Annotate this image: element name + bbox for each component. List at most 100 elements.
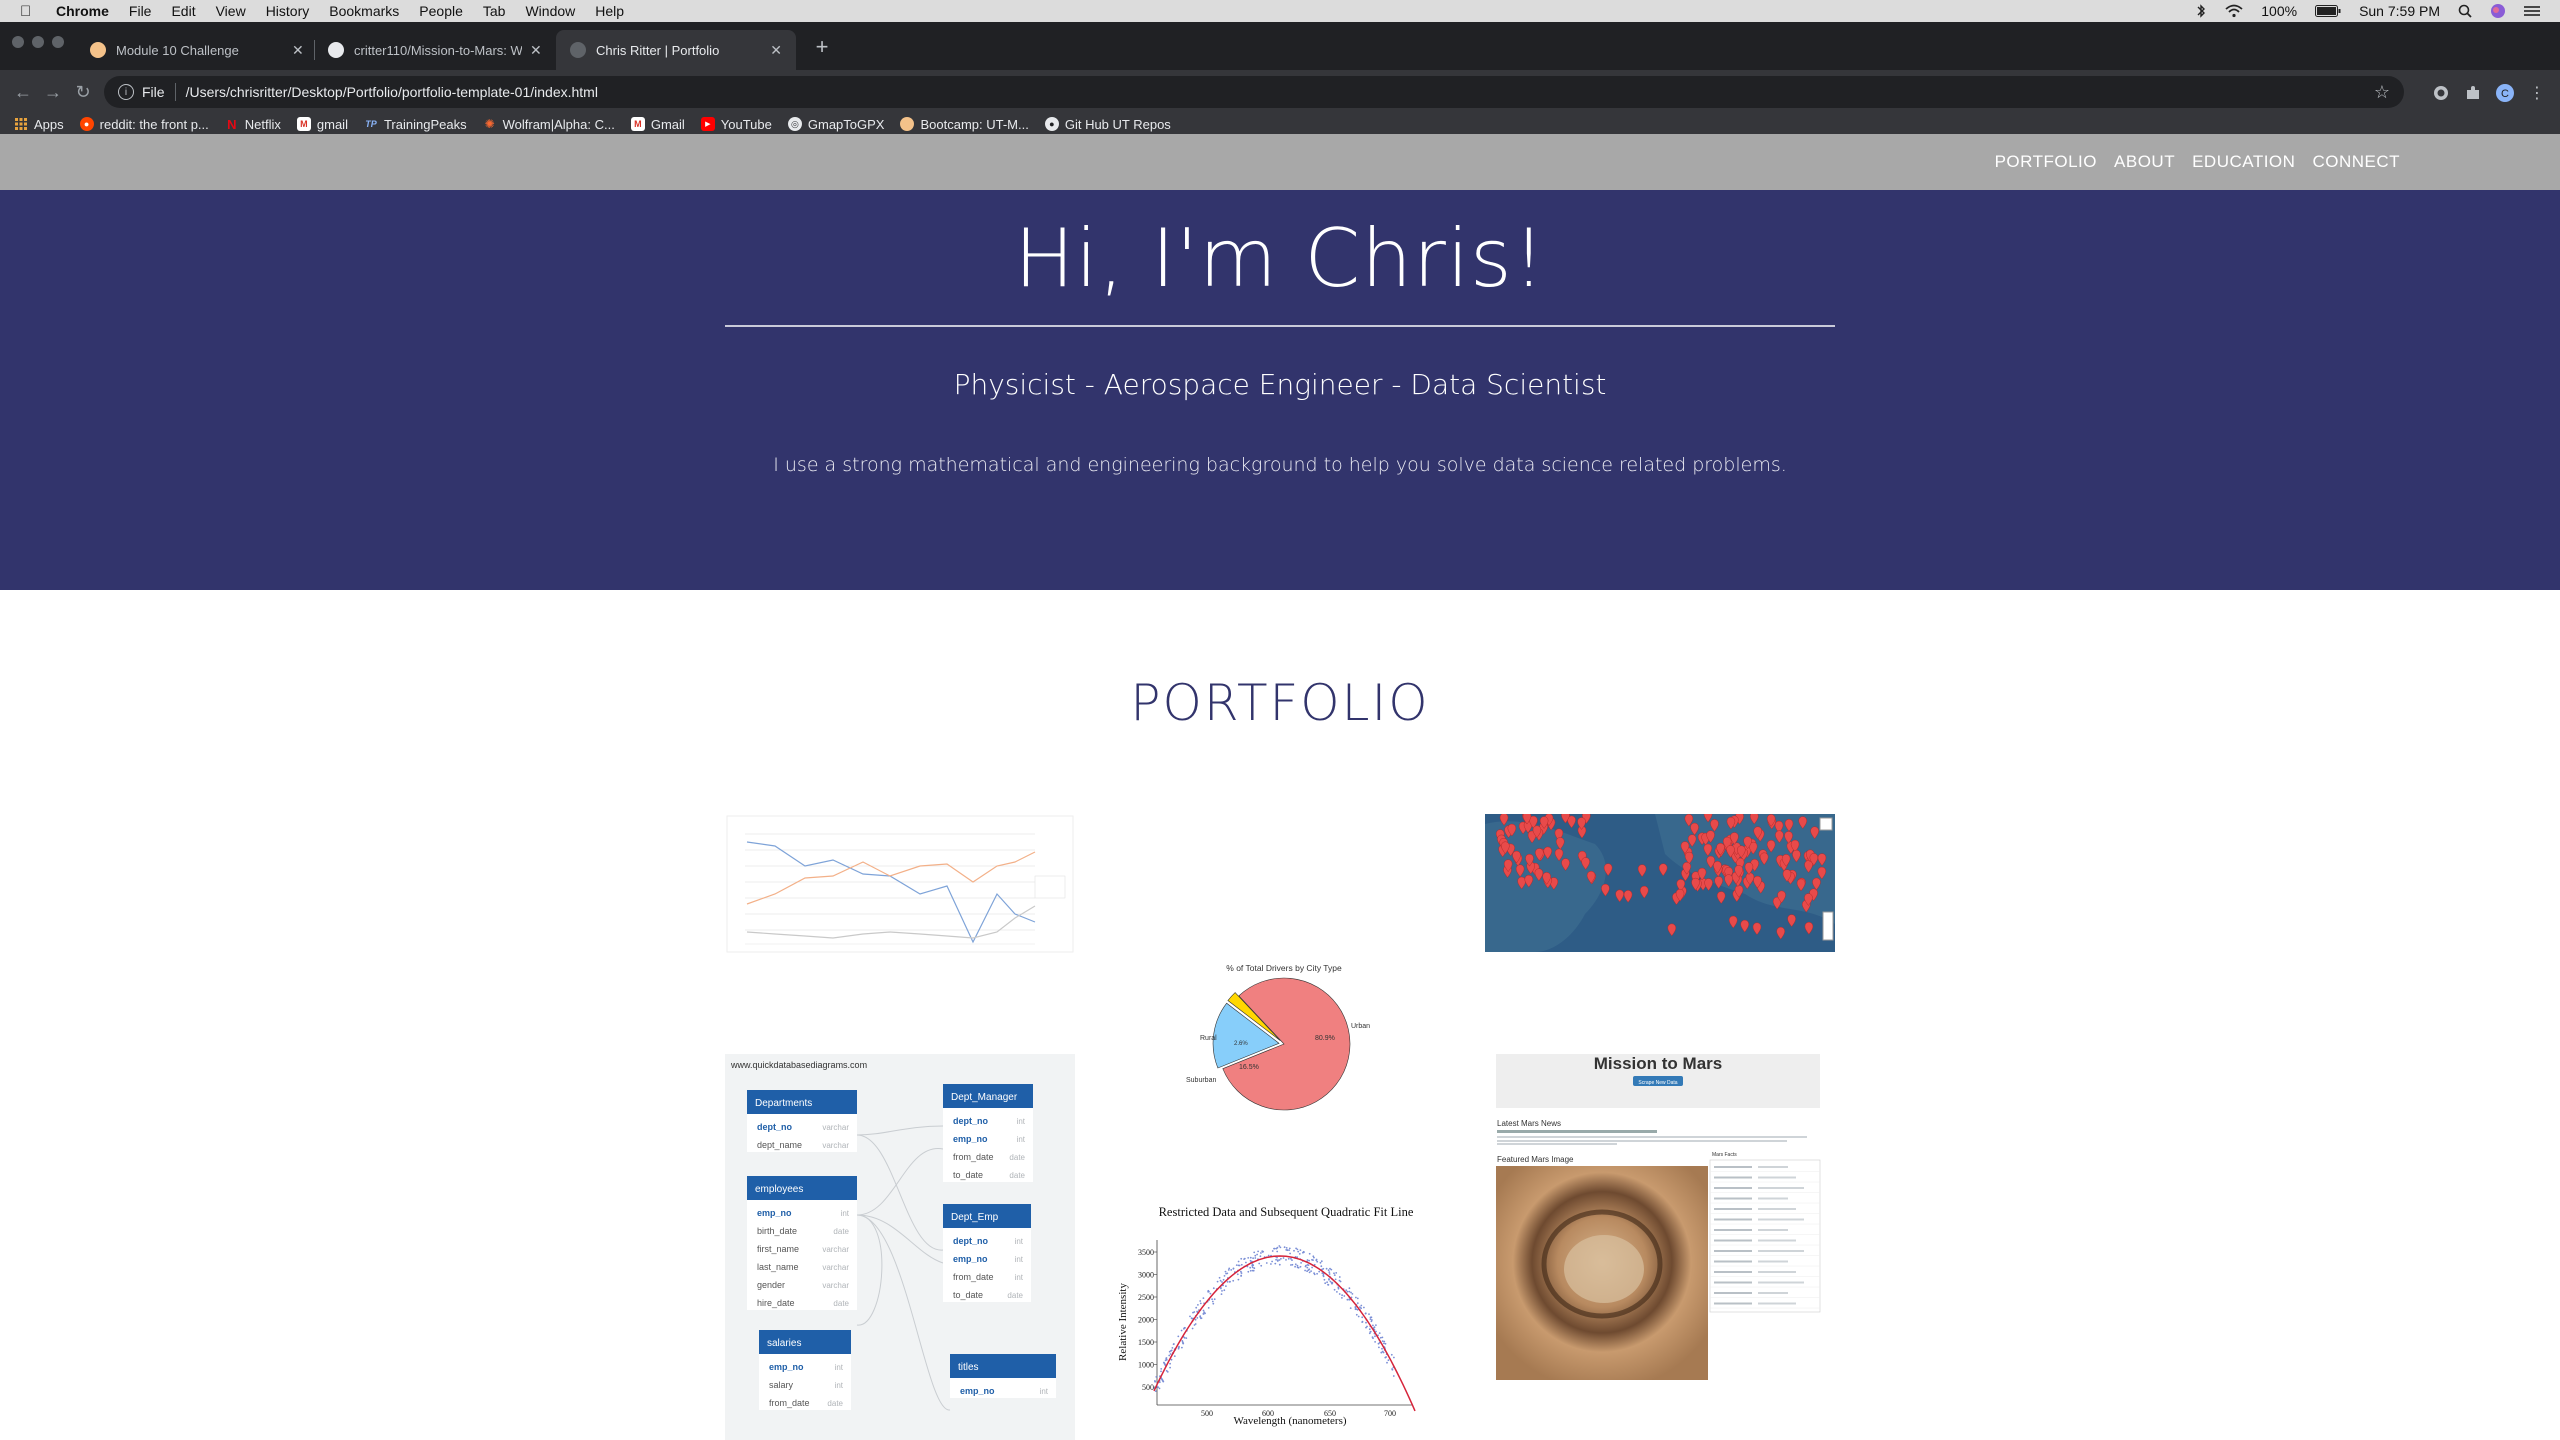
page-viewport[interactable]: PORTFOLIO ABOUT EDUCATION CONNECT Hi, I'… [0,134,2560,1440]
omnibox-divider [174,83,176,101]
zoom-window-button[interactable] [52,36,64,48]
fit-scatter-point [1197,1304,1199,1306]
bookmark-wolfram[interactable]: ✺ Wolfram|Alpha: C... [483,117,615,132]
mars-facts-row-label [1714,1176,1752,1179]
bookmark-label: reddit: the front p... [99,116,209,132]
extensions-puzzle-icon[interactable] [2462,82,2484,104]
bookmark-reddit[interactable]: ● reddit: the front p... [79,116,209,132]
fit-scatter-point [1338,1293,1341,1295]
bookmark-star-icon[interactable]: ☆ [2374,82,2390,103]
portfolio-thumb-line-chart[interactable] [725,814,1075,954]
erd-diagram-svg: www.quickdatabasediagrams.com Department… [725,1054,1075,1440]
tab-github-mission-to-mars[interactable]: critter110/Mission-to-Mars: We ✕ [314,30,556,70]
spotlight-search-icon[interactable] [2458,4,2472,18]
menu-history[interactable]: History [266,3,310,19]
tab-portfolio-active[interactable]: Chris Ritter | Portfolio ✕ [556,30,796,70]
address-bar[interactable]: i File /Users/chrisritter/Desktop/Portfo… [104,76,2404,108]
fit-scatter-point [1346,1290,1349,1293]
close-window-button[interactable] [12,36,24,48]
fit-scatter-point [1391,1368,1393,1370]
bookmark-github-ut-repos[interactable]: ● Git Hub UT Repos [1044,117,1171,132]
mars-facts-row-label [1714,1239,1752,1242]
portfolio-thumb-erd[interactable]: www.quickdatabasediagrams.com Department… [725,1054,1075,1440]
siri-icon[interactable] [2490,3,2506,19]
portfolio-thumb-world-map[interactable] [1485,814,1835,952]
tab-close-icon[interactable]: ✕ [292,42,304,59]
menubar-clock[interactable]: Sun 7:59 PM [2359,3,2440,19]
fit-scatter-point [1348,1287,1351,1290]
fit-scatter-point [1375,1324,1377,1326]
nav-portfolio-link[interactable]: PORTFOLIO [1995,152,2097,172]
fit-scatter-point [1177,1347,1180,1350]
profile-avatar[interactable]: C [2494,82,2516,104]
url-text[interactable]: /Users/chrisritter/Desktop/Portfolio/por… [186,84,598,100]
menu-view[interactable]: View [216,3,246,19]
wifi-icon[interactable] [2225,4,2243,18]
nav-connect-link[interactable]: CONNECT [2312,152,2400,172]
back-arrow-icon[interactable]: ← [8,82,38,103]
control-center-icon[interactable] [2524,5,2540,17]
fit-scatter-point [1252,1257,1254,1260]
apple-icon[interactable]:  [20,3,36,20]
fit-scatter-point [1220,1293,1223,1295]
fit-scatter-point [1252,1269,1255,1272]
fit-scatter-point [1165,1357,1168,1359]
bookmark-bootcamp[interactable]: Bootcamp: UT-M... [900,117,1029,132]
fit-scatter-point [1278,1263,1281,1266]
nav-education-link[interactable]: EDUCATION [2192,152,2295,172]
bookmark-gmail-lower[interactable]: M gmail [296,117,348,132]
battery-icon[interactable] [2315,5,2341,17]
erd-field-type: int [1015,1237,1024,1246]
erd-table-name: Departments [755,1098,812,1109]
tab-close-icon[interactable]: ✕ [530,42,542,59]
menu-window[interactable]: Window [525,3,575,19]
portfolio-thumb-quadratic-fit[interactable]: Restricted Data and Subsequent Quadratic… [1112,1200,1448,1440]
portfolio-thumb-mission-to-mars[interactable]: Mission to Mars Scrape New Data Latest M… [1496,1054,1826,1440]
chrome-menu-icon[interactable]: ⋮ [2526,82,2548,104]
fit-ytick-label: 500 [1142,1383,1154,1392]
fit-scatter-point [1247,1257,1250,1259]
extension-shield-icon[interactable] [2430,82,2452,104]
menu-chrome[interactable]: Chrome [56,3,109,19]
mars-facts-row-value [1758,1281,1804,1284]
tab-close-icon[interactable]: ✕ [770,42,782,59]
fit-scatter-point [1275,1258,1277,1261]
minimize-window-button[interactable] [32,36,44,48]
mars-facts-row-label [1714,1271,1752,1273]
reload-icon[interactable]: ↻ [68,82,98,103]
menu-tab[interactable]: Tab [483,3,506,19]
fit-scatter-point [1285,1249,1288,1251]
bookmark-youtube[interactable]: ▶ YouTube [700,117,772,132]
info-icon[interactable]: i [118,84,134,100]
nav-about-link[interactable]: ABOUT [2114,152,2175,172]
bookmark-netflix[interactable]: N Netflix [225,117,281,132]
new-tab-plus-icon[interactable]: + [807,34,837,60]
menu-file[interactable]: File [129,3,152,19]
tab-module-10[interactable]: Module 10 Challenge ✕ [76,30,318,70]
fit-scatter-point [1296,1248,1299,1251]
bookmark-apps[interactable]: Apps [14,117,64,132]
erd-field-name: salary [769,1380,794,1390]
mars-facts-row-value [1758,1302,1796,1305]
portfolio-thumb-pie-chart[interactable]: % of Total Drivers by City Type Urban 80… [1180,954,1380,1124]
menu-help[interactable]: Help [595,3,624,19]
fit-scatter-point [1273,1247,1276,1250]
erd-field-name: emp_no [953,1134,988,1144]
bookmark-gmaptogpx[interactable]: ◎ GmapToGPX [787,117,884,132]
fit-scatter-point [1298,1253,1301,1255]
bookmark-gmail[interactable]: M Gmail [630,117,685,132]
menu-edit[interactable]: Edit [171,3,195,19]
fit-scatter-point [1360,1304,1363,1307]
fit-scatter-point [1223,1289,1226,1292]
fit-scatter-point [1365,1321,1367,1324]
fit-scatter-point [1258,1262,1261,1265]
bluetooth-icon[interactable] [2195,4,2207,18]
menu-people[interactable]: People [419,3,463,19]
bookmark-trainingpeaks[interactable]: TP TrainingPeaks [364,117,466,132]
github-favicon-icon [328,42,344,58]
menu-bookmarks[interactable]: Bookmarks [329,3,399,19]
fit-scatter-point [1333,1288,1336,1291]
forward-arrow-icon[interactable]: → [38,82,68,103]
url-scheme-label: File [142,84,165,100]
fit-scatter-point [1154,1380,1156,1383]
